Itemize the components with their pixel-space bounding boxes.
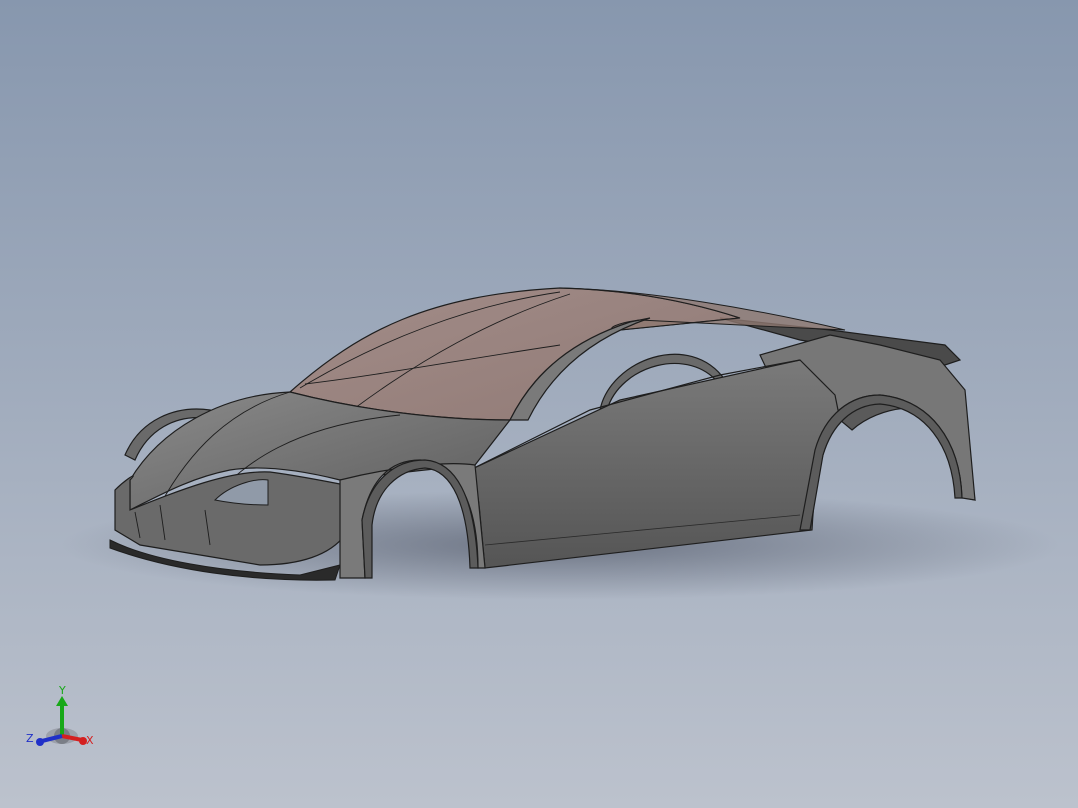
y-axis-arrow-icon	[56, 696, 68, 706]
z-axis-end-icon	[36, 738, 44, 746]
view-orientation-triad: Y X Z	[20, 684, 100, 754]
y-axis-label: Y	[58, 684, 66, 697]
graphics-viewport[interactable]: Y X Z	[0, 0, 1078, 808]
z-axis-label: Z	[26, 732, 34, 745]
car-body-model[interactable]	[0, 0, 1078, 808]
x-axis-label: X	[86, 734, 94, 747]
triad-graphic: Y X Z	[26, 684, 94, 747]
